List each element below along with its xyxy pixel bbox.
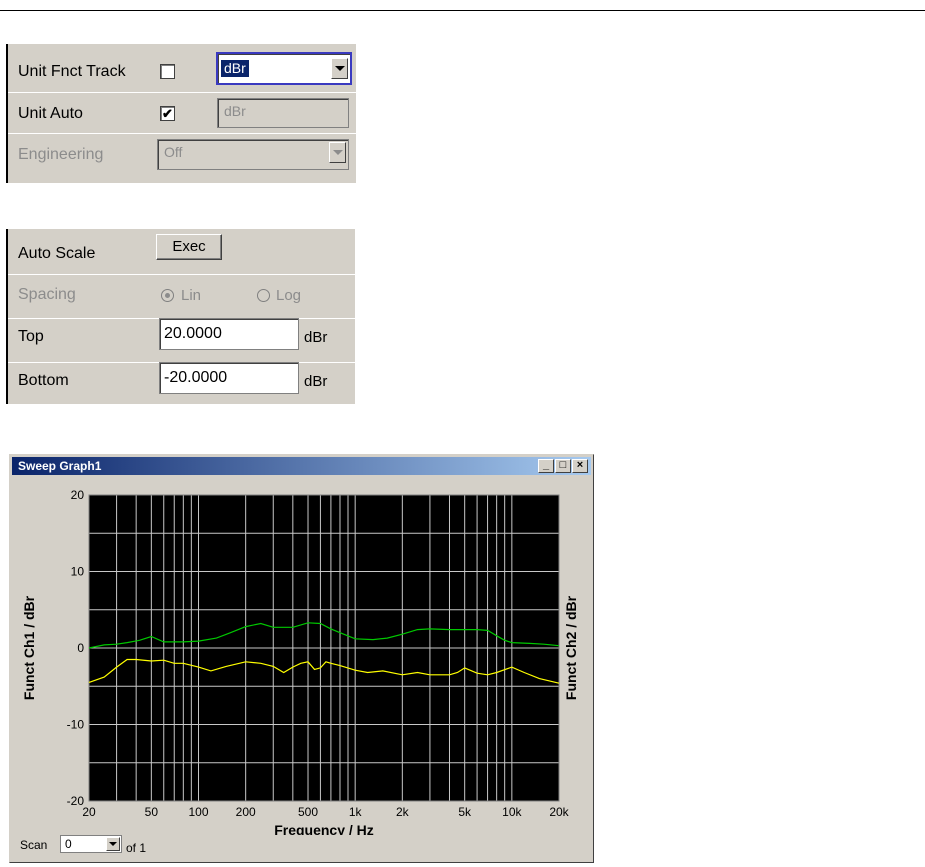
x-tick-label: 10k (502, 805, 522, 819)
top-label: Top (18, 328, 44, 345)
scan-value: 0 (65, 837, 72, 851)
bottom-row: Bottom -20.0000 dBr (8, 362, 355, 403)
y-tick-label: -10 (67, 718, 85, 732)
unit-auto-checkbox[interactable]: ✔ (160, 106, 175, 121)
y-tick-label: -20 (67, 794, 85, 808)
bottom-label: Bottom (18, 372, 69, 389)
window-title: Sweep Graph1 (18, 459, 102, 473)
spacing-log-radio (257, 289, 270, 302)
y-axis-label-right: Funct Ch2 / dBr (563, 595, 579, 700)
x-tick-label: 20 (82, 805, 96, 819)
scan-label: Scan (20, 838, 48, 852)
chevron-down-icon[interactable] (331, 58, 348, 79)
scan-of-label: of 1 (126, 841, 147, 855)
engineering-combo: Off (157, 139, 349, 170)
unit-fnct-track-label: Unit Fnct Track (18, 63, 126, 80)
x-tick-label: 1k (349, 805, 363, 819)
bottom-unit: dBr (304, 373, 328, 390)
chevron-down-icon[interactable] (106, 837, 120, 851)
y-tick-label: 10 (71, 565, 85, 579)
unit-fnct-track-value: dBr (221, 60, 249, 77)
x-tick-label: 2k (396, 805, 410, 819)
spacing-lin-radio (161, 289, 174, 302)
scan-select[interactable]: 0 (60, 835, 122, 853)
close-icon[interactable]: × (572, 459, 588, 473)
engineering-row: Engineering Off (8, 133, 356, 174)
x-tick-label: 500 (298, 805, 318, 819)
unit-fnct-track-combo[interactable]: dBr (216, 52, 352, 85)
x-tick-label: 20k (549, 805, 569, 819)
top-row: Top 20.0000 dBr (8, 318, 355, 359)
engineering-label: Engineering (18, 146, 104, 163)
x-tick-label: 200 (236, 805, 256, 819)
unit-fnct-track-row: Unit Fnct Track dBr (8, 51, 356, 91)
engineering-value: Off (164, 144, 183, 160)
y-tick-label: 20 (71, 488, 85, 502)
x-tick-label: 100 (188, 805, 208, 819)
spacing-label: Spacing (18, 286, 76, 303)
top-value-input[interactable]: 20.0000 (159, 318, 299, 350)
exec-button[interactable]: Exec (156, 234, 222, 260)
x-tick-label: 50 (145, 805, 159, 819)
bottom-value-input[interactable]: -20.0000 (159, 362, 299, 394)
maximize-icon[interactable]: □ (555, 459, 571, 473)
chevron-down-icon (329, 142, 346, 163)
y-axis-label-left: Funct Ch1 / dBr (21, 595, 37, 700)
unit-auto-row: Unit Auto ✔ dBr (8, 92, 356, 133)
scale-settings-panel: Auto Scale Exec Spacing Lin Log Top 20.0… (6, 229, 355, 404)
y-tick-label: 0 (77, 641, 84, 655)
spacing-lin-label: Lin (181, 287, 202, 304)
auto-scale-row: Auto Scale Exec (8, 231, 355, 271)
auto-scale-label: Auto Scale (18, 245, 96, 262)
sweep-graph-window: Sweep Graph1 _ □ × 20 50 100 200 500 1k 2k 5k 10… (9, 454, 594, 863)
x-axis-label: Frequency / Hz (274, 822, 374, 835)
top-rule (0, 10, 925, 11)
spacing-row: Spacing Lin Log (8, 274, 355, 315)
unit-auto-label: Unit Auto (18, 105, 83, 122)
minimize-icon[interactable]: _ (538, 459, 554, 473)
unit-auto-value: dBr (224, 103, 246, 119)
sweep-chart: 20 50 100 200 500 1k 2k 5k 10k 20k20100-10-20Freq… (21, 488, 579, 835)
x-tick-label: 5k (458, 805, 472, 819)
spacing-log-label: Log (276, 287, 302, 304)
unit-settings-panel: Unit Fnct Track dBr Unit Auto ✔ dBr Engi… (6, 44, 356, 183)
unit-auto-value-field: dBr (217, 98, 349, 128)
top-unit: dBr (304, 329, 328, 346)
unit-fnct-track-checkbox[interactable] (160, 64, 175, 79)
window-titlebar[interactable]: Sweep Graph1 _ □ × (12, 457, 591, 475)
